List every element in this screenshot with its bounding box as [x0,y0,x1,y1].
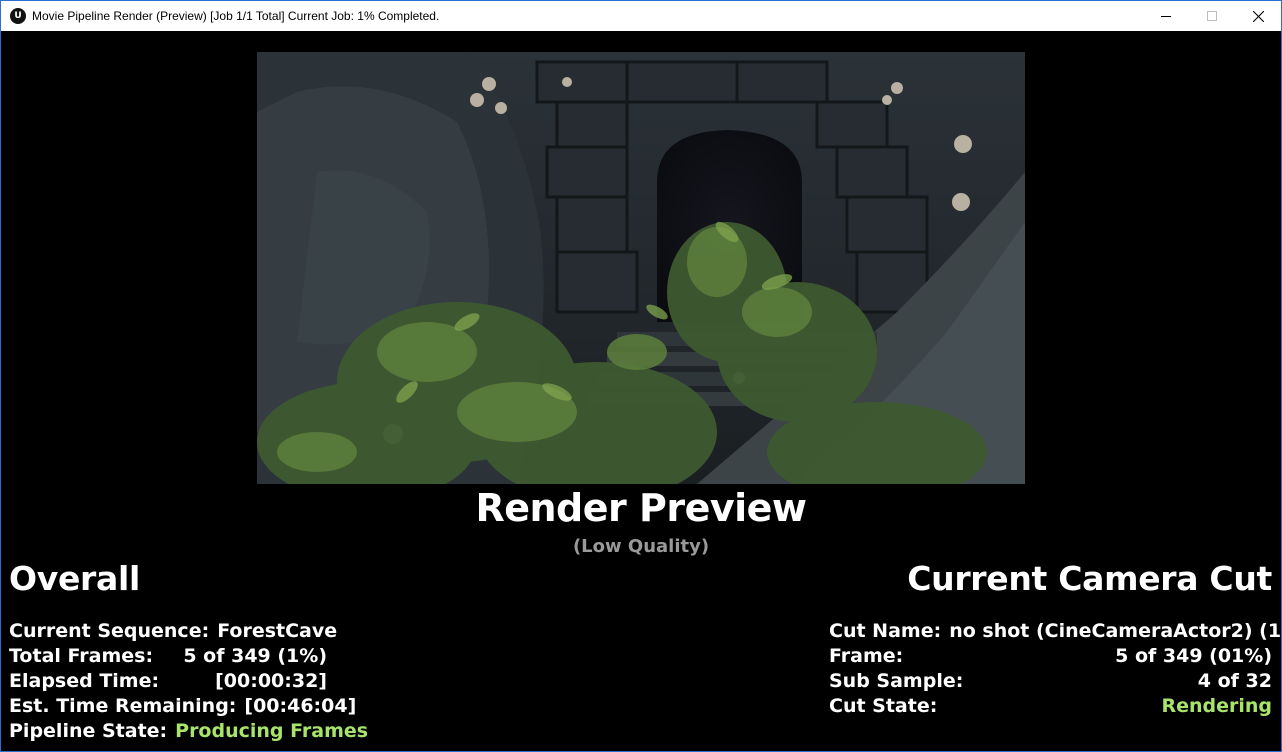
current-sequence-value: ForestCave [217,620,338,642]
est-time-remaining-label: Est. Time Remaining: [9,695,237,717]
est-time-remaining-row: Est. Time Remaining: [00:46:04] [9,694,356,719]
est-time-remaining-value: [00:46:04] [244,695,357,717]
title-bar[interactable]: U Movie Pipeline Render (Preview) [Job 1… [1,1,1281,31]
current-sequence-row: Current Sequence: ForestCave [9,619,337,644]
cut-name-value: no shot (CineCameraActor2) (1 of 1) [949,620,1282,642]
frame-value: 5 of 349 (01%) [1115,645,1272,667]
sub-sample-row: Sub Sample: 4 of 32 [829,669,1272,694]
elapsed-time-value: [00:00:32] [215,670,327,692]
maximize-button[interactable] [1189,1,1235,31]
render-preview-image [257,52,1025,484]
window-controls [1143,1,1281,31]
unreal-engine-logo-icon: U [10,8,26,24]
forest-cave-scene [257,52,1025,484]
close-icon [1252,10,1264,22]
cut-state-label: Cut State: [829,695,938,717]
cut-state-row: Cut State: Rendering [829,694,1272,719]
cut-name-label: Cut Name: [829,620,942,642]
minimize-button[interactable] [1143,1,1189,31]
camera-cut-stats: Cut Name: no shot (CineCameraActor2) (1 … [829,619,1281,719]
window-title: Movie Pipeline Render (Preview) [Job 1/1… [32,9,440,23]
pipeline-state-row: Pipeline State: Producing Frames [9,719,368,744]
sub-sample-label: Sub Sample: [829,670,964,692]
elapsed-time-row: Elapsed Time: [00:00:32] [9,669,327,694]
cut-state-value: Rendering [1161,695,1272,717]
close-button[interactable] [1235,1,1281,31]
total-frames-row: Total Frames: 5 of 349 (1%) [9,644,327,669]
pipeline-state-label: Pipeline State: [9,720,168,742]
render-preview-heading: Render Preview [475,486,807,530]
overall-stats: Current Sequence: ForestCave Total Frame… [9,619,368,744]
sub-sample-value: 4 of 32 [1197,670,1272,692]
pipeline-state-value: Producing Frames [175,720,369,742]
frame-label: Frame: [829,645,904,667]
overall-title: Overall [9,559,141,598]
total-frames-label: Total Frames: [9,645,154,667]
render-quality-subheading: (Low Quality) [572,536,710,557]
cut-name-row: Cut Name: no shot (CineCameraActor2) (1 … [829,619,1281,644]
minimize-icon [1161,16,1171,17]
current-sequence-label: Current Sequence: [9,620,210,642]
total-frames-value: 5 of 349 (1%) [183,645,327,667]
render-preview-window: U Movie Pipeline Render (Preview) [Job 1… [0,0,1282,752]
render-content: Render Preview (Low Quality) Overall Cur… [1,31,1281,751]
elapsed-time-label: Elapsed Time: [9,670,160,692]
camera-cut-title: Current Camera Cut [907,559,1272,598]
frame-row: Frame: 5 of 349 (01%) [829,644,1272,669]
maximize-icon [1207,11,1217,21]
